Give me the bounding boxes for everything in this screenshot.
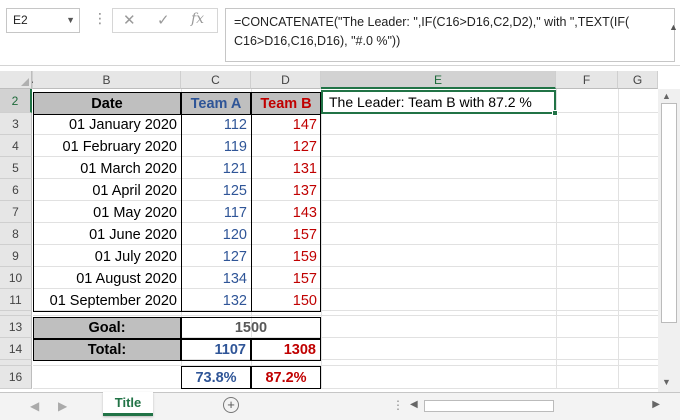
date-cell[interactable]: 01 April 2020 [33, 180, 181, 202]
team-b-cell[interactable]: 147 [251, 114, 321, 136]
total-team-b[interactable]: 1308 [251, 339, 321, 361]
row-header-13[interactable]: 13 [0, 316, 32, 338]
name-box-value: E2 [13, 13, 28, 27]
team-b-cell[interactable]: 127 [251, 136, 321, 158]
enter-icon[interactable]: ✓ [157, 11, 170, 29]
team-b-cell[interactable]: 137 [251, 180, 321, 202]
team-a-cell[interactable]: 117 [181, 202, 251, 224]
more-options-icon[interactable]: ⋮ [93, 10, 108, 27]
row-header-8[interactable]: 8 [0, 223, 32, 245]
add-sheet-icon[interactable]: + [223, 397, 239, 413]
name-box[interactable]: E2 ▼ [6, 8, 80, 33]
team-b-cell[interactable]: 143 [251, 202, 321, 224]
date-cell[interactable]: 01 August 2020 [33, 268, 181, 290]
scroll-left-icon[interactable]: ◀ [410, 399, 418, 410]
column-header-d[interactable]: D [251, 71, 321, 89]
date-cell[interactable]: 01 June 2020 [33, 224, 181, 246]
vertical-scrollbar[interactable]: ▲ ▼ [658, 89, 680, 392]
scroll-right-icon[interactable]: ▶ [652, 399, 660, 410]
horizontal-scrollbar[interactable]: ◀ ▶ [408, 399, 660, 413]
total-team-a[interactable]: 1107 [181, 339, 251, 361]
goal-label[interactable]: Goal: [33, 317, 181, 339]
row-header-2[interactable]: 2 [0, 89, 32, 113]
cancel-icon[interactable]: ✕ [123, 11, 136, 29]
scroll-down-icon[interactable]: ▼ [662, 377, 671, 387]
goal-value[interactable]: 1500 [181, 317, 321, 339]
scroll-up-icon[interactable]: ▲ [662, 91, 671, 101]
team-a-cell[interactable]: 134 [181, 268, 251, 290]
formula-buttons: ✕ ✓ fx [112, 8, 218, 33]
date-cell[interactable]: 01 February 2020 [33, 136, 181, 158]
percent-team-a[interactable]: 73.8% [181, 366, 251, 389]
expand-formula-icon[interactable]: ▲ [669, 22, 678, 32]
team-b-cell[interactable]: 157 [251, 268, 321, 290]
team-a-cell[interactable]: 121 [181, 158, 251, 180]
row-header-6[interactable]: 6 [0, 179, 32, 201]
date-cell[interactable]: 01 May 2020 [33, 202, 181, 224]
date-cell[interactable]: 01 July 2020 [33, 246, 181, 268]
team-b-cell[interactable]: 159 [251, 246, 321, 268]
row-header-14[interactable]: 14 [0, 338, 32, 360]
select-all-button[interactable] [0, 71, 32, 89]
column-header-b[interactable]: B [33, 71, 181, 89]
team-a-cell[interactable]: 132 [181, 290, 251, 312]
insert-function-icon[interactable]: fx [191, 11, 204, 27]
date-cell[interactable]: 01 September 2020 [33, 290, 181, 312]
percent-team-b[interactable]: 87.2% [251, 366, 321, 389]
formula-input[interactable]: =CONCATENATE("The Leader: ",IF(C16>D16,C… [225, 8, 675, 62]
formula-bar: E2 ▼ ⋮ ✕ ✓ fx =CONCATENATE("The Leader: … [0, 0, 680, 66]
team-a-cell[interactable]: 119 [181, 136, 251, 158]
next-sheet-icon[interactable]: ▶ [58, 399, 67, 413]
header-team-a[interactable]: Team A [181, 92, 251, 115]
fill-handle[interactable] [552, 110, 558, 116]
total-label[interactable]: Total: [33, 339, 181, 361]
header-team-b[interactable]: Team B [251, 92, 321, 115]
chevron-down-icon[interactable]: ▼ [66, 9, 75, 32]
row-header-4[interactable]: 4 [0, 135, 32, 157]
team-a-cell[interactable]: 127 [181, 246, 251, 268]
result-cell[interactable]: The Leader: Team B with 87.2 % [321, 90, 556, 114]
scroll-thumb[interactable] [661, 103, 677, 323]
row-header-3[interactable]: 3 [0, 113, 32, 135]
header-date[interactable]: Date [33, 92, 181, 115]
column-header-c[interactable]: C [181, 71, 251, 89]
team-b-cell[interactable]: 157 [251, 224, 321, 246]
date-cell[interactable]: 01 January 2020 [33, 114, 181, 136]
scroll-thumb[interactable] [424, 400, 554, 412]
prev-sheet-icon[interactable]: ◀ [30, 399, 39, 413]
sheet-tab-bar: ◀ ▶ Title + ⋮ ◀ ▶ [0, 392, 680, 420]
row-header-7[interactable]: 7 [0, 201, 32, 223]
row-header-11[interactable]: 11 [0, 289, 32, 311]
team-b-cell[interactable]: 131 [251, 158, 321, 180]
row-header-9[interactable]: 9 [0, 245, 32, 267]
team-a-cell[interactable]: 125 [181, 180, 251, 202]
sheet-tab-title[interactable]: Title [103, 392, 153, 416]
date-cell[interactable]: 01 March 2020 [33, 158, 181, 180]
team-a-cell[interactable]: 120 [181, 224, 251, 246]
column-header-f[interactable]: F [556, 71, 618, 89]
team-b-cell[interactable]: 150 [251, 290, 321, 312]
column-header-e[interactable]: E [321, 71, 556, 89]
row-header-10[interactable]: 10 [0, 267, 32, 289]
row-header-16[interactable]: 16 [0, 366, 32, 389]
team-a-cell[interactable]: 112 [181, 114, 251, 136]
row-header-5[interactable]: 5 [0, 157, 32, 179]
column-header-g[interactable]: G [618, 71, 658, 89]
tab-split-icon[interactable]: ⋮ [392, 398, 404, 412]
